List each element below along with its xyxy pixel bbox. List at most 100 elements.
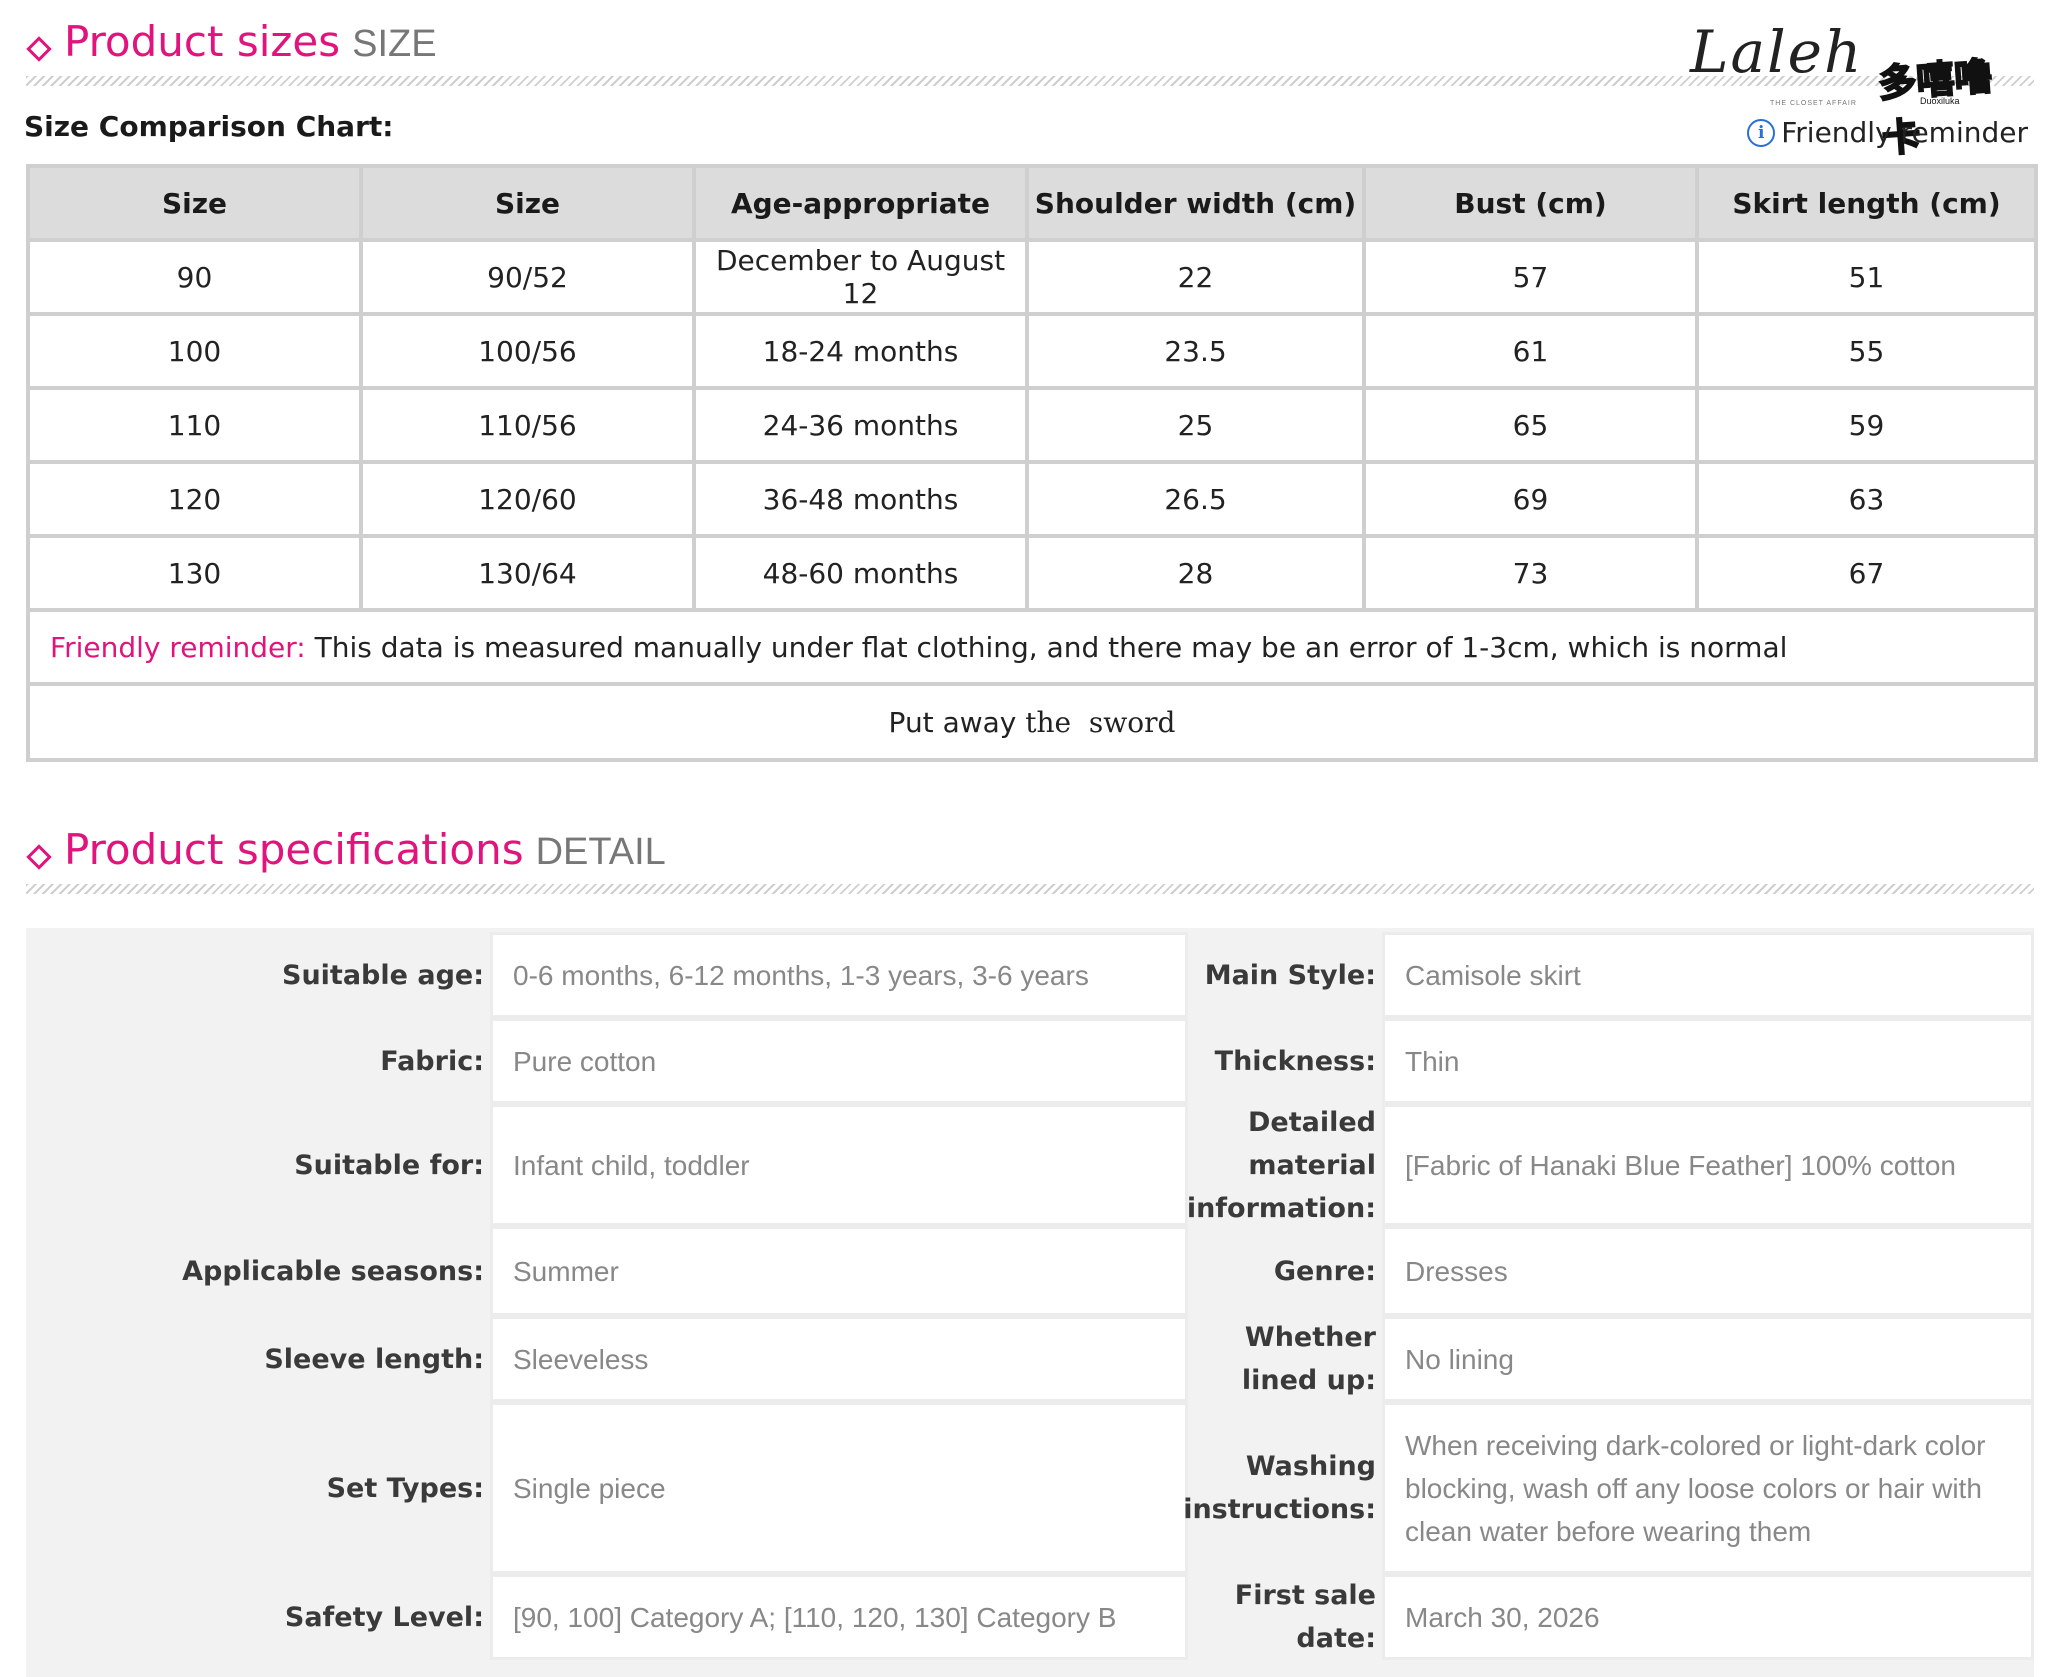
specs-title: Product specifications [64, 825, 524, 874]
table-row: 100 100/56 18-24 months 23.5 61 55 [26, 312, 2038, 390]
friendly-reminder-label: Friendly reminder [1781, 116, 2028, 149]
specs-section-header: Product specifications DETAIL [26, 822, 2034, 882]
brand-logo: Laleh THE CLOSET AFFAIR 多嘻噜卡 Duoxiluka [1690, 18, 2020, 162]
info-icon: i [1747, 118, 1776, 147]
table-footer-row: Put away the sword [26, 682, 2038, 762]
spec-label: Set Types: [326, 1472, 484, 1504]
table-row: 110 110/56 24-36 months 25 65 59 [26, 386, 2038, 464]
table-cell: 69 [1362, 460, 1699, 538]
spec-label: Detailed material information: [1186, 1106, 1376, 1224]
table-cell: 100/56 [359, 312, 696, 390]
section-title: Product sizes SIZE [64, 14, 437, 72]
table-cell: 63 [1695, 460, 2038, 538]
spec-row: Safety Level: [90, 100] Category A; [110… [26, 1574, 2034, 1660]
table-cell: 25 [1025, 386, 1366, 464]
table-cell: 28 [1025, 534, 1366, 612]
spec-value: 0-6 months, 6-12 months, 1-3 years, 3-6 … [490, 932, 1188, 1018]
spec-value: Infant child, toddler [490, 1104, 1188, 1226]
spec-value: Dresses [1382, 1226, 2034, 1316]
size-chart-label: Size Comparison Chart: [24, 110, 394, 143]
size-comparison-table: Size Size Age-appropriate Shoulder width… [26, 164, 2038, 762]
spec-row: Applicable seasons: Summer Genre: Dresse… [26, 1226, 2034, 1316]
specs-subtitle: DETAIL [535, 831, 666, 873]
spec-value: No lining [1382, 1316, 2034, 1402]
brand-badge-sub: Duoxiluka [1920, 96, 1960, 106]
spec-value: When receiving dark-colored or light-dar… [1382, 1402, 2034, 1574]
spec-label: Whether lined up: [1241, 1322, 1376, 1396]
brand-logo-script: Laleh [1690, 18, 1864, 86]
table-row: 90 90/52 December to August 12 22 57 51 [26, 238, 2038, 316]
table-cell: 55 [1695, 312, 2038, 390]
spec-row: Fabric: Pure cotton Thickness: Thin [26, 1018, 2034, 1104]
diamond-icon [26, 36, 52, 62]
table-cell: 24-36 months [692, 386, 1029, 464]
table-cell: 51 [1695, 238, 2038, 316]
table-cell: 59 [1695, 386, 2038, 464]
spec-label: Thickness: [1214, 1045, 1376, 1077]
table-cell: 22 [1025, 238, 1366, 316]
spec-row: Set Types: Single piece Washing instruct… [26, 1402, 2034, 1574]
specifications-table: Suitable age: 0-6 months, 6-12 months, 1… [26, 928, 2034, 1677]
column-header: Size [26, 164, 363, 242]
table-row: 130 130/64 48-60 months 28 73 67 [26, 534, 2038, 612]
column-header: Size [359, 164, 696, 242]
table-cell: 90/52 [359, 238, 696, 316]
spec-value: Sleeveless [490, 1316, 1188, 1402]
table-footer: Put away the sword [26, 682, 2038, 762]
column-header: Age-appropriate [692, 164, 1029, 242]
spec-row: Suitable age: 0-6 months, 6-12 months, 1… [26, 932, 2034, 1018]
section-divider [26, 884, 2034, 894]
spec-value: March 30, 2026 [1382, 1574, 2034, 1660]
table-cell: 23.5 [1025, 312, 1366, 390]
spec-label: Suitable age: [282, 959, 484, 991]
table-row: 120 120/60 36-48 months 26.5 69 63 [26, 460, 2038, 538]
friendly-reminder-link[interactable]: i Friendly reminder [1747, 116, 2028, 149]
spec-value: [Fabric of Hanaki Blue Feather] 100% cot… [1382, 1104, 2034, 1226]
measurement-note-row: Friendly reminder: This data is measured… [26, 608, 2038, 686]
spec-value: Camisole skirt [1382, 932, 2034, 1018]
table-cell: 36-48 months [692, 460, 1029, 538]
section-title: Product specifications DETAIL [64, 822, 666, 880]
spec-value: Single piece [490, 1402, 1188, 1574]
column-header: Skirt length (cm) [1695, 164, 2038, 242]
note-text: This data is measured manually under fla… [305, 630, 1788, 664]
spec-row: Sleeve length: Sleeveless Whether lined … [26, 1316, 2034, 1402]
table-cell: 48-60 months [692, 534, 1029, 612]
measurement-note: Friendly reminder: This data is measured… [26, 608, 2038, 686]
column-header: Bust (cm) [1362, 164, 1699, 242]
sizes-title: Product sizes [64, 17, 341, 66]
spec-label: Safety Level: [284, 1601, 484, 1633]
diamond-icon [26, 844, 52, 870]
spec-label: Suitable for: [294, 1149, 484, 1181]
table-cell: 18-24 months [692, 312, 1029, 390]
table-cell: 110 [26, 386, 363, 464]
table-header-row: Size Size Age-appropriate Shoulder width… [26, 164, 2038, 242]
column-header: Shoulder width (cm) [1025, 164, 1366, 242]
note-label: Friendly reminder: [50, 630, 306, 664]
table-cell: 120 [26, 460, 363, 538]
table-cell: 110/56 [359, 386, 696, 464]
table-cell: 100 [26, 312, 363, 390]
brand-logo-tagline: THE CLOSET AFFAIR [1770, 100, 1857, 107]
spec-value: Summer [490, 1226, 1188, 1316]
spec-label: Fabric: [380, 1045, 484, 1077]
footer-text-a: Put away [888, 705, 1017, 739]
sizes-subtitle: SIZE [352, 23, 437, 65]
table-cell: December to August 12 [692, 238, 1029, 316]
spec-label: Washing instructions: [1183, 1451, 1376, 1525]
table-cell: 73 [1362, 534, 1699, 612]
table-cell: 130/64 [359, 534, 696, 612]
spec-label: Applicable seasons: [182, 1255, 484, 1287]
table-cell: 130 [26, 534, 363, 612]
spec-value: [90, 100] Category A; [110, 120, 130] Ca… [490, 1574, 1188, 1660]
table-cell: 67 [1695, 534, 2038, 612]
table-cell: 90 [26, 238, 363, 316]
spec-label: Sleeve length: [264, 1343, 484, 1375]
table-cell: 120/60 [359, 460, 696, 538]
spec-label: Main Style: [1204, 959, 1376, 991]
spec-label: Genre: [1273, 1255, 1376, 1287]
table-cell: 61 [1362, 312, 1699, 390]
spec-value: Pure cotton [490, 1018, 1188, 1104]
footer-text-b: the sword [1025, 705, 1176, 739]
table-cell: 65 [1362, 386, 1699, 464]
